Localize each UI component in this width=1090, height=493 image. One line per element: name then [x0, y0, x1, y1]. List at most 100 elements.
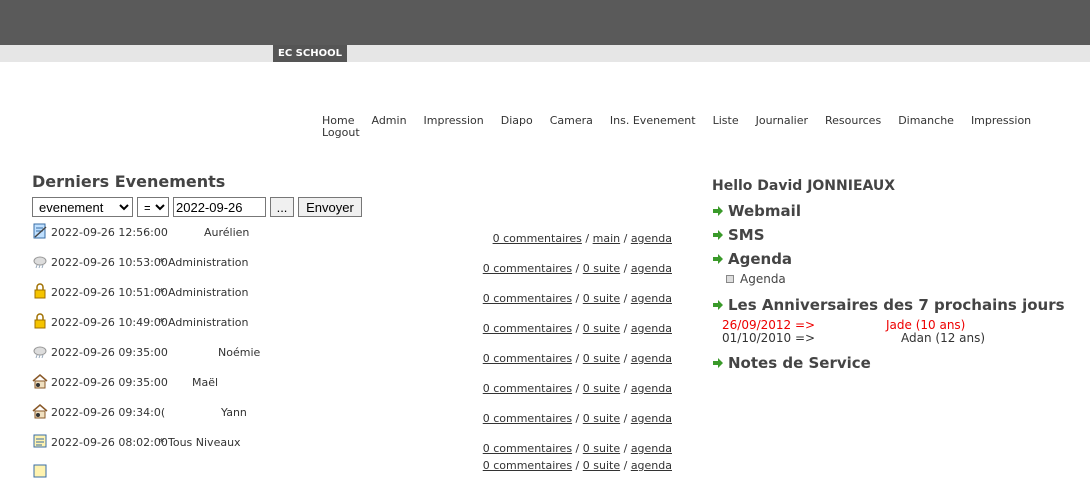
green-arrow-icon [713, 206, 723, 216]
events-title: Derniers Evenements [32, 172, 226, 191]
house-icon [32, 374, 48, 389]
birthday-list: 26/09/2012 => Jade (10 ans) 01/10/2010 =… [722, 318, 1072, 345]
nav-admin[interactable]: Admin [371, 115, 406, 127]
event-datetime: 2022-09-26 10:49:00 [51, 316, 168, 329]
comments-link[interactable]: 0 commentaires [483, 352, 572, 365]
suite-link[interactable]: 0 suite [583, 292, 620, 305]
nav-dimanche[interactable]: Dimanche [898, 115, 954, 127]
suite-link[interactable]: 0 suite [583, 382, 620, 395]
comments-link[interactable]: 0 commentaires [493, 232, 582, 245]
comments-link[interactable]: 0 commentaires [483, 459, 572, 472]
event-links: 0 commentaires / 0 suite / agenda [482, 412, 672, 425]
green-arrow-icon [713, 300, 723, 310]
birthday-date: 26/09/2012 => [722, 318, 816, 332]
comments-link[interactable]: 0 commentaires [483, 412, 572, 425]
nav-journalier[interactable]: Journalier [756, 115, 808, 127]
suite-link[interactable]: 0 suite [583, 352, 620, 365]
event-row: 2022-09-26 10:51:00 * Administration 0 c… [32, 283, 677, 313]
suite-link[interactable]: 0 suite [583, 459, 620, 472]
lock-icon [34, 283, 46, 299]
notepad-icon [33, 223, 47, 239]
agenda-link[interactable]: agenda [631, 352, 672, 365]
nav-resources[interactable]: Resources [825, 115, 881, 127]
webmail-link[interactable]: Webmail [712, 202, 1072, 220]
main-nav: Home Admin Impression Diapo Camera Ins. Evene… [322, 115, 1062, 139]
birthdays-title: Les Anniversaires des 7 prochains jours [728, 296, 1065, 314]
note-icon [33, 434, 47, 448]
event-author: * Administration [159, 256, 249, 269]
suite-link[interactable]: 0 suite [583, 262, 620, 275]
event-links: 0 commentaires / 0 suite / agenda [482, 442, 672, 455]
event-datetime: 2022-09-26 08:02:00 [51, 436, 168, 449]
main-link[interactable]: main [593, 232, 620, 245]
agenda-link[interactable]: agenda [631, 412, 672, 425]
operator-select[interactable]: = [137, 197, 169, 217]
event-row: 2022-09-26 09:35:00 Maël 0 commentaires … [32, 373, 677, 403]
suite-link[interactable]: 0 suite [583, 442, 620, 455]
events-panel: Derniers Evenements evenement = ... Envo… [32, 172, 677, 478]
webmail-label: Webmail [728, 202, 801, 220]
nav-logout[interactable]: Logout [322, 127, 360, 139]
top-banner [0, 0, 1090, 45]
nav-liste[interactable]: Liste [713, 115, 739, 127]
nav-camera[interactable]: Camera [550, 115, 593, 127]
nav-impression-2[interactable]: Impression [971, 115, 1031, 127]
agenda-link[interactable]: agenda [631, 292, 672, 305]
birthday-row: 26/09/2012 => Jade (10 ans) [722, 318, 1072, 332]
event-links: 0 commentaires / 0 suite / agenda [482, 292, 672, 305]
event-author: * Tous Niveaux [159, 436, 241, 449]
event-type-select[interactable]: evenement [32, 197, 133, 217]
date-input[interactable] [173, 197, 266, 217]
nav-ins-evenement[interactable]: Ins. Evenement [610, 115, 696, 127]
event-datetime: 2022-09-26 10:51:00 [51, 286, 168, 299]
sidebar: Hello David JONNIEAUX Webmail SMS Agenda… [712, 178, 1072, 372]
bullet-icon [726, 275, 734, 283]
comments-link[interactable]: 0 commentaires [483, 382, 572, 395]
sms-link[interactable]: SMS [712, 226, 1072, 244]
birthday-name: Adan (12 ans) [901, 331, 986, 345]
nav-diapo[interactable]: Diapo [501, 115, 533, 127]
event-author: Maël [192, 376, 219, 389]
notes-label: Notes de Service [728, 354, 871, 372]
event-links: 0 commentaires / 0 suite / agenda [482, 262, 672, 275]
agenda-link[interactable]: agenda [631, 382, 672, 395]
comments-link[interactable]: 0 commentaires [483, 292, 572, 305]
suite-link[interactable]: 0 suite [583, 322, 620, 335]
agenda-link[interactable]: agenda [631, 322, 672, 335]
agenda-section[interactable]: Agenda [712, 250, 1072, 268]
agenda-link[interactable]: agenda [631, 459, 672, 472]
brand-label: EC SCHOOL [273, 45, 347, 62]
comments-link[interactable]: 0 commentaires [483, 262, 572, 275]
events-filter-bar: evenement = ... Envoyer [32, 197, 677, 217]
agenda-link[interactable]: agenda [631, 232, 672, 245]
notes-de-service-link[interactable]: Notes de Service [712, 354, 1072, 372]
event-row: 2022-09-26 10:49:00 * Administration 0 c… [32, 313, 677, 343]
nav-impression[interactable]: Impression [424, 115, 484, 127]
date-picker-button[interactable]: ... [270, 197, 294, 217]
lock-icon [34, 313, 46, 329]
green-arrow-icon [713, 358, 723, 368]
comments-link[interactable]: 0 commentaires [483, 322, 572, 335]
event-datetime: 2022-09-26 09:34:0( [51, 406, 166, 419]
agenda-link[interactable]: agenda [631, 442, 672, 455]
suite-link[interactable]: 0 suite [583, 412, 620, 425]
agenda-link[interactable]: agenda [631, 262, 672, 275]
birthday-date: 01/10/2010 => [722, 331, 816, 345]
event-datetime: 2022-09-26 09:35:00 [51, 376, 168, 389]
event-datetime: 2022-09-26 09:35:00 [51, 346, 168, 359]
birthday-name: Jade (10 ans) [886, 318, 966, 332]
birthdays-section: Les Anniversaires des 7 prochains jours [712, 296, 1072, 314]
cloud-icon [33, 346, 47, 359]
agenda-sub-label: Agenda [740, 272, 786, 286]
cloud-icon [33, 256, 47, 269]
submit-button[interactable]: Envoyer [298, 197, 362, 217]
event-row: 2022-09-26 12:56:00 Aurélien 0 commentai… [32, 223, 677, 253]
event-row: 2022-09-26 09:34:0( Yann 0 commentaires … [32, 403, 677, 433]
agenda-sub-item[interactable]: Agenda [726, 272, 1072, 286]
greeting: Hello David JONNIEAUX [712, 178, 896, 194]
event-row: 2022-09-26 10:53:00 * Administration 0 c… [32, 253, 677, 283]
event-links: 0 commentaires / 0 suite / agenda [482, 382, 672, 395]
comments-link[interactable]: 0 commentaires [483, 442, 572, 455]
event-links: 0 commentaires / 0 suite / agenda [482, 352, 672, 365]
event-author: * Administration [159, 286, 249, 299]
